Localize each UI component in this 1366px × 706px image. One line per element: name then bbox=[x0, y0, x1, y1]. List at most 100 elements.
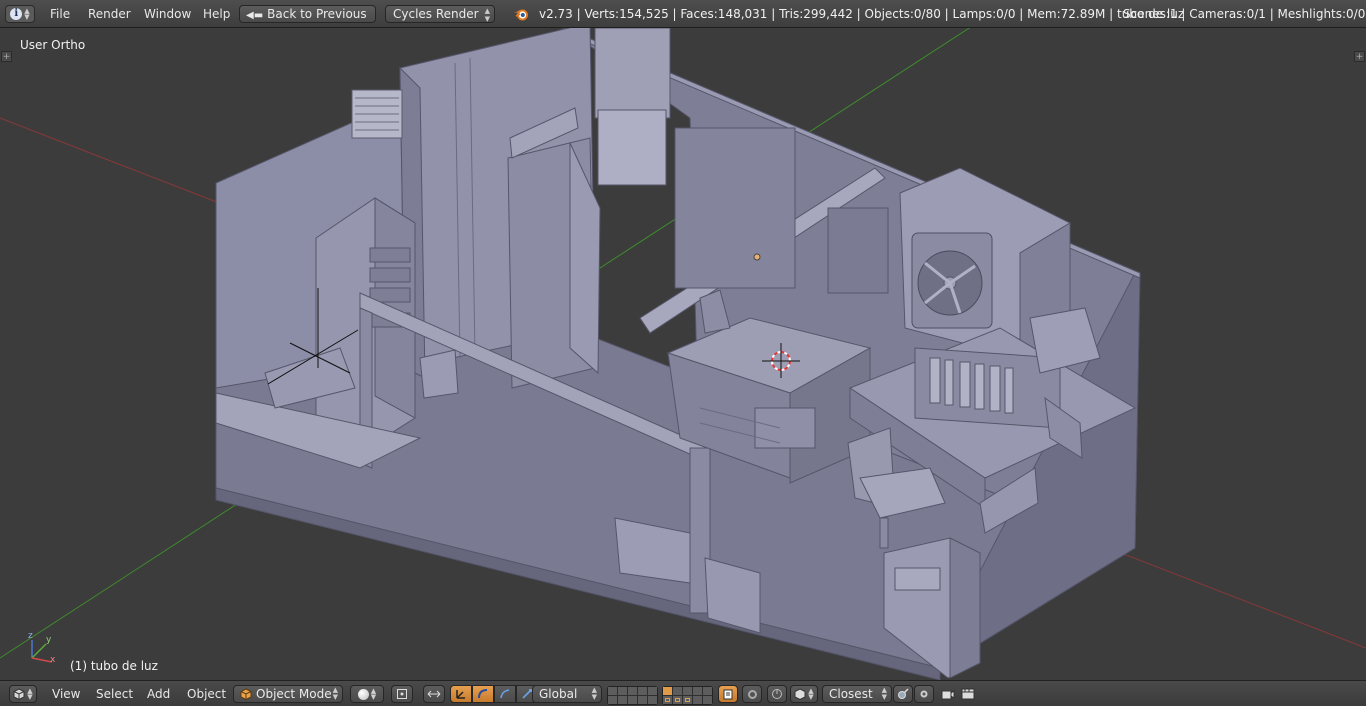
snap-target-select[interactable]: Closest ▲ ▼ bbox=[822, 685, 892, 703]
snap-target-label: Closest bbox=[829, 687, 873, 701]
chevron-updown-icon: ▲ ▼ bbox=[24, 7, 30, 21]
render-only-icon bbox=[747, 689, 757, 699]
orientation-label: Global bbox=[539, 687, 578, 701]
chevron-updown-icon: ▲ ▼ bbox=[332, 686, 338, 701]
menu-file[interactable]: File bbox=[50, 0, 70, 28]
layer-7[interactable] bbox=[673, 687, 682, 695]
layer-2[interactable] bbox=[618, 687, 627, 695]
menu-view[interactable]: View bbox=[52, 685, 80, 703]
chevron-updown-icon: ▲ ▼ bbox=[808, 687, 814, 701]
layers-grid-2[interactable] bbox=[662, 686, 713, 705]
chevron-updown-icon: ▲ ▼ bbox=[370, 687, 377, 701]
snap-align-button[interactable] bbox=[893, 685, 913, 703]
manipulator-toggle[interactable] bbox=[423, 685, 445, 703]
back-arrow-icon: ◀▬ bbox=[246, 10, 264, 21]
3d-viewport[interactable]: User Ortho (1) tubo de luz + + z y x bbox=[0, 28, 1366, 680]
active-object-label: (1) tubo de luz bbox=[70, 659, 158, 673]
layer-16[interactable] bbox=[663, 696, 672, 704]
layer-13[interactable] bbox=[628, 696, 637, 704]
scale-icon bbox=[500, 689, 510, 699]
layer-17[interactable] bbox=[673, 696, 682, 704]
layer-15[interactable] bbox=[648, 696, 657, 704]
blender-logo bbox=[514, 9, 528, 21]
layer-5[interactable] bbox=[648, 687, 657, 695]
chevron-updown-icon: ▲ ▼ bbox=[591, 686, 597, 701]
snap-project-button[interactable] bbox=[914, 685, 934, 703]
chevron-updown-icon: ▲ ▼ bbox=[484, 7, 490, 23]
info-header: i ▲ ▼ File Render Window Help ◀▬ Back to P… bbox=[0, 0, 1366, 28]
proportional-edit-button[interactable] bbox=[767, 685, 787, 703]
snap-element-select[interactable]: ▲ ▼ bbox=[790, 685, 818, 703]
3d-view-header: ▲ ▼ View Select Add Object Object Mode ▲ ▼… bbox=[0, 680, 1366, 706]
transform-orientation-select[interactable]: Global ▲ ▼ bbox=[532, 685, 602, 703]
rotate-button[interactable] bbox=[472, 685, 494, 703]
properties-toggle-icon[interactable]: + bbox=[1354, 51, 1365, 62]
interaction-mode-select[interactable]: Object Mode ▲ ▼ bbox=[233, 685, 343, 703]
editor-type-selector[interactable]: ▲ ▼ bbox=[9, 685, 37, 703]
object-mode-cube-icon bbox=[240, 688, 252, 701]
render-statistics: Scenes:1 | Cameras:0/1 | Meshlights:0/0 bbox=[1123, 7, 1366, 21]
snap-element-icon bbox=[794, 688, 806, 700]
render-anim-icon bbox=[961, 688, 975, 700]
scene-render[interactable] bbox=[0, 28, 1366, 680]
layer-12[interactable] bbox=[618, 696, 627, 704]
layer-20[interactable] bbox=[703, 696, 712, 704]
manipulator-icon bbox=[427, 690, 441, 698]
viewport-shading-select[interactable]: ▲ ▼ bbox=[350, 685, 384, 703]
opengl-render-animation-button[interactable] bbox=[959, 685, 977, 703]
menu-object[interactable]: Object bbox=[187, 685, 226, 703]
back-to-previous-button[interactable]: ◀▬ Back to Previous bbox=[239, 5, 376, 23]
translate-icon bbox=[456, 690, 465, 699]
menu-window[interactable]: Window bbox=[144, 0, 191, 28]
pivot-icon bbox=[397, 689, 407, 699]
axis-gizmo: z y x bbox=[28, 631, 56, 664]
opengl-render-button[interactable] bbox=[939, 685, 957, 703]
shading-sphere-icon bbox=[357, 688, 369, 700]
menu-render[interactable]: Render bbox=[88, 0, 131, 28]
render-engine-select[interactable]: Cycles Render ▲ ▼ bbox=[385, 5, 495, 23]
layer-9[interactable] bbox=[693, 687, 702, 695]
layer-3[interactable] bbox=[628, 687, 637, 695]
layer-6[interactable] bbox=[663, 687, 672, 695]
gizmo-z-label: z bbox=[28, 631, 33, 641]
snap-icon bbox=[898, 688, 909, 699]
layer-4[interactable] bbox=[638, 687, 647, 695]
layer-1[interactable] bbox=[608, 687, 617, 695]
proportional-icon bbox=[772, 689, 782, 699]
snap-project-icon bbox=[919, 689, 929, 699]
render-engine-label: Cycles Render bbox=[393, 7, 479, 21]
menu-help[interactable]: Help bbox=[203, 0, 230, 28]
gizmo-y-label: y bbox=[46, 635, 52, 645]
scene-statistics: v2.73 | Verts:154,525 | Faces:148,031 | … bbox=[539, 7, 1185, 21]
lock-camera-button[interactable] bbox=[718, 685, 738, 703]
translate-button[interactable] bbox=[450, 685, 472, 703]
pivot-point-select[interactable] bbox=[391, 685, 413, 703]
toolshelf-toggle-icon[interactable]: + bbox=[1, 51, 12, 62]
layer-10[interactable] bbox=[703, 687, 712, 695]
chevron-updown-icon: ▲ ▼ bbox=[881, 686, 887, 701]
editor-cube-icon bbox=[13, 688, 25, 700]
render-only-button[interactable] bbox=[742, 685, 762, 703]
info-icon: i bbox=[10, 8, 23, 20]
open-door bbox=[507, 107, 601, 389]
back-to-previous-label: Back to Previous bbox=[267, 7, 367, 21]
editor-type-selector[interactable]: i ▲ ▼ bbox=[5, 5, 35, 23]
chevron-updown-icon: ▲ ▼ bbox=[27, 687, 33, 701]
layer-11[interactable] bbox=[608, 696, 617, 704]
object-origin-icon bbox=[753, 253, 761, 261]
layer-8[interactable] bbox=[683, 687, 692, 695]
menu-add[interactable]: Add bbox=[147, 685, 170, 703]
layers-grid[interactable] bbox=[607, 686, 658, 705]
render-preview-icon bbox=[941, 690, 955, 700]
layer-19[interactable] bbox=[693, 696, 702, 704]
transform-manipulators bbox=[450, 685, 538, 703]
scale-button[interactable] bbox=[494, 685, 516, 703]
layer-14[interactable] bbox=[638, 696, 647, 704]
gizmo-x-label: x bbox=[50, 655, 56, 664]
rotate-icon bbox=[478, 689, 488, 699]
menu-select[interactable]: Select bbox=[96, 685, 133, 703]
lock-camera-icon bbox=[723, 689, 733, 700]
layer-18[interactable] bbox=[683, 696, 692, 704]
view-name: User Ortho bbox=[20, 38, 86, 52]
mode-label: Object Mode bbox=[256, 687, 332, 701]
